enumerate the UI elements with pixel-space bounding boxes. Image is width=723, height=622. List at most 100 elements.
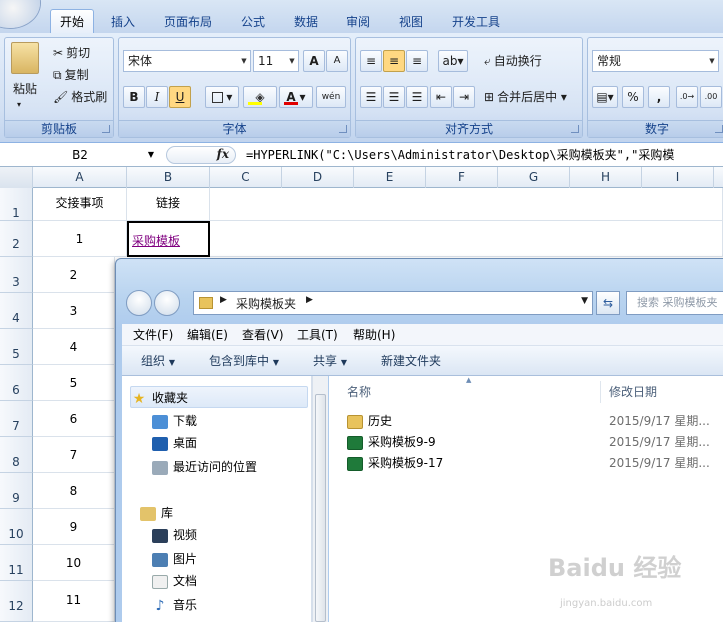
tab-data[interactable]: 数据 [285, 12, 327, 33]
chevron-right-icon[interactable]: ▶ [306, 295, 313, 305]
column-header-i[interactable]: I [642, 167, 714, 188]
tab-home[interactable]: 开始 [50, 9, 95, 34]
name-box[interactable]: B2 ▼ [0, 146, 160, 164]
nav-pictures[interactable]: 图片 [152, 548, 197, 570]
cell-a3[interactable]: 2 [33, 257, 115, 293]
cell-a2[interactable]: 1 [33, 221, 127, 257]
align-bottom-icon[interactable]: ≡ [406, 50, 428, 72]
cell-a9[interactable]: 8 [33, 473, 115, 509]
align-middle-icon[interactable]: ≡ [383, 50, 405, 72]
column-header-f[interactable]: F [426, 167, 498, 188]
include-in-library-button[interactable]: 包含到库中 ▼ [209, 346, 279, 376]
dialog-launcher-icon[interactable] [102, 125, 110, 133]
nav-favorites[interactable]: ★ 收藏夹 [130, 386, 308, 408]
cell-a6[interactable]: 5 [33, 365, 115, 401]
dialog-launcher-icon[interactable] [339, 125, 347, 133]
cell-a7[interactable]: 6 [33, 401, 115, 437]
cell-a1[interactable]: 交接事项 [33, 188, 127, 221]
file-row-folder[interactable]: 历史 [347, 411, 392, 431]
forward-arrow-icon[interactable] [154, 290, 180, 316]
row-header-12[interactable]: 12 [0, 581, 33, 622]
font-size-combo[interactable]: 11 ▼ [253, 50, 299, 72]
refresh-icon[interactable]: ⇆ [596, 291, 620, 315]
row-2-empty-cells[interactable] [210, 221, 723, 257]
cell-a8[interactable]: 7 [33, 437, 115, 473]
tab-page-layout[interactable]: 页面布局 [155, 12, 221, 33]
menu-tools[interactable]: 工具(T) [297, 324, 338, 346]
paste-button[interactable]: 粘贴 [13, 78, 37, 100]
wrap-text-button[interactable]: ⤶ 自动换行 [484, 50, 542, 72]
shrink-font-button[interactable]: A [326, 50, 348, 72]
cell-a4[interactable]: 3 [33, 293, 115, 329]
row-header-5[interactable]: 5 [0, 329, 33, 365]
underline-button[interactable]: U [169, 86, 191, 108]
column-header-date[interactable]: 修改日期 [609, 382, 657, 402]
column-header-c[interactable]: C [210, 167, 282, 188]
scrollbar-thumb[interactable] [315, 394, 326, 622]
organize-button[interactable]: 组织 ▼ [141, 346, 175, 376]
nav-libraries[interactable]: 库 [140, 502, 173, 524]
row-header-11[interactable]: 11 [0, 545, 33, 581]
tab-formulas[interactable]: 公式 [232, 12, 274, 33]
select-all-corner[interactable] [0, 167, 33, 188]
bold-button[interactable]: B [123, 86, 145, 108]
column-header-d[interactable]: D [282, 167, 354, 188]
cut-button[interactable]: ✂ 剪切 [53, 42, 90, 64]
increase-decimal-icon[interactable]: .0→ [676, 86, 698, 108]
row-header-3[interactable]: 3 [0, 257, 33, 293]
column-header-h[interactable]: H [570, 167, 642, 188]
row-1-empty-cells[interactable] [210, 188, 723, 221]
dialog-launcher-icon[interactable] [715, 125, 723, 133]
nav-downloads[interactable]: 下载 [152, 410, 197, 432]
menu-help[interactable]: 帮助(H) [353, 324, 395, 346]
grow-font-button[interactable]: A [303, 50, 325, 72]
cell-b2-hyperlink[interactable]: 采购模板 [127, 221, 210, 257]
nav-documents[interactable]: 文档 [152, 570, 197, 592]
orientation-icon[interactable]: ab▾ [438, 50, 468, 72]
italic-button[interactable]: I [146, 86, 168, 108]
column-header-g[interactable]: G [498, 167, 570, 188]
font-name-combo[interactable]: 宋体 ▼ [123, 50, 251, 72]
column-header-name[interactable]: 名称 [347, 382, 371, 402]
column-header-e[interactable]: E [354, 167, 426, 188]
nav-music[interactable]: ♪ 音乐 [152, 594, 197, 616]
column-header-a[interactable]: A [33, 167, 127, 188]
nav-videos[interactable]: 视频 [152, 524, 197, 546]
tab-developer[interactable]: 开发工具 [443, 12, 509, 33]
menu-file[interactable]: 文件(F) [133, 324, 173, 346]
align-left-icon[interactable]: ☰ [360, 86, 382, 108]
row-header-7[interactable]: 7 [0, 401, 33, 437]
navigation-scrollbar[interactable] [312, 376, 328, 622]
dialog-launcher-icon[interactable] [571, 125, 579, 133]
cell-a10[interactable]: 9 [33, 509, 115, 545]
row-header-8[interactable]: 8 [0, 437, 33, 473]
file-row-excel[interactable]: 采购模板9-17 [347, 453, 443, 473]
format-painter-button[interactable]: 🖌 格式刷 [53, 86, 107, 108]
paste-icon[interactable] [11, 42, 39, 74]
comma-button[interactable]: , [648, 86, 670, 108]
cell-a5[interactable]: 4 [33, 329, 115, 365]
search-input[interactable]: 搜索 采购模板夹 [626, 291, 723, 315]
font-color-button[interactable]: A ▾ [279, 86, 313, 108]
phonetic-button[interactable]: wén [316, 86, 346, 108]
cell-a11[interactable]: 10 [33, 545, 115, 581]
file-row-excel[interactable]: 采购模板9-9 [347, 432, 436, 452]
increase-indent-icon[interactable]: ⇥ [453, 86, 475, 108]
align-right-icon[interactable]: ☰ [406, 86, 428, 108]
align-center-icon[interactable]: ☰ [383, 86, 405, 108]
nav-recent[interactable]: 最近访问的位置 [152, 456, 257, 478]
chevron-right-icon[interactable]: ▶ [220, 295, 227, 305]
column-header-b[interactable]: B [127, 167, 210, 188]
menu-view[interactable]: 查看(V) [242, 324, 284, 346]
share-button[interactable]: 共享 ▼ [313, 346, 347, 376]
cell-b1[interactable]: 链接 [127, 188, 210, 221]
copy-button[interactable]: ⧉ 复制 [53, 64, 89, 86]
decrease-indent-icon[interactable]: ⇤ [430, 86, 452, 108]
align-top-icon[interactable]: ≡ [360, 50, 382, 72]
row-header-1[interactable]: 1 [0, 188, 33, 221]
decrease-decimal-icon[interactable]: .00 [700, 86, 722, 108]
row-header-10[interactable]: 10 [0, 509, 33, 545]
cell-a12[interactable]: 11 [33, 581, 115, 622]
tab-view[interactable]: 视图 [390, 12, 432, 33]
new-folder-button[interactable]: 新建文件夹 [381, 346, 441, 376]
